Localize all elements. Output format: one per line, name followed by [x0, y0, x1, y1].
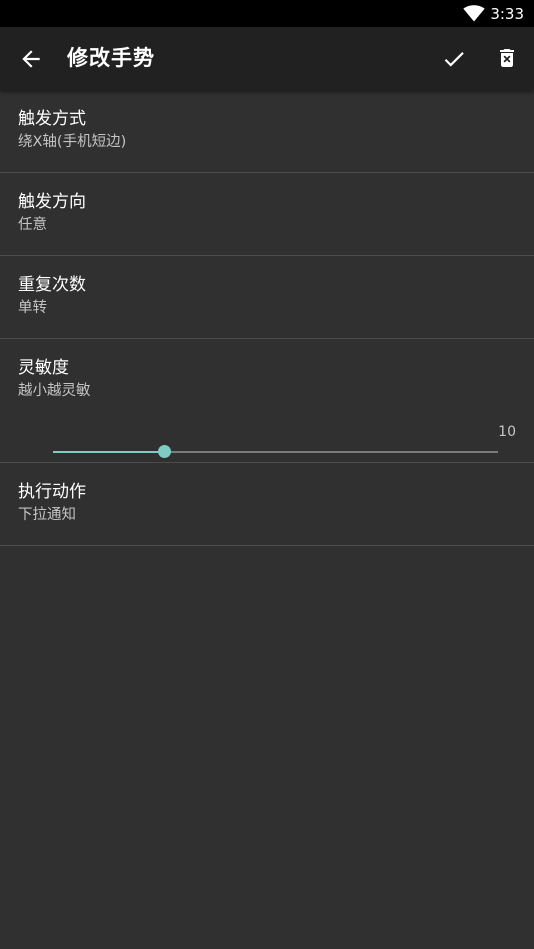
setting-summary: 单转 [18, 300, 47, 316]
status-bar: 3:33 [0, 0, 534, 27]
slider-thumb[interactable] [157, 445, 171, 458]
page-title: 修改手势 [67, 46, 155, 70]
wifi-icon [463, 5, 485, 22]
sensitivity-value: 10 [498, 424, 516, 440]
setting-title: 重复次数 [18, 275, 86, 295]
sensitivity-slider[interactable] [53, 445, 498, 458]
setting-summary: 下拉通知 [18, 507, 76, 523]
setting-repeat-count[interactable]: 重复次数 单转 [0, 256, 534, 339]
setting-title: 触发方向 [18, 192, 86, 212]
setting-summary: 越小越灵敏 [18, 383, 91, 399]
setting-summary: 任意 [18, 217, 47, 233]
arrow-back-icon[interactable] [18, 46, 44, 72]
setting-sensitivity: 灵敏度 越小越灵敏 10 [0, 339, 534, 463]
setting-title: 执行动作 [18, 482, 86, 502]
trash-icon[interactable] [495, 45, 519, 71]
setting-title: 触发方式 [18, 109, 86, 129]
status-time: 3:33 [490, 5, 524, 23]
setting-action[interactable]: 执行动作 下拉通知 [0, 463, 534, 546]
setting-title: 灵敏度 [18, 358, 69, 378]
check-icon[interactable] [441, 46, 467, 72]
slider-fill [53, 451, 165, 453]
setting-trigger-direction[interactable]: 触发方向 任意 [0, 173, 534, 256]
settings-list: 触发方式 绕X轴(手机短边) 触发方向 任意 重复次数 单转 灵敏度 越小越灵敏… [0, 90, 534, 546]
toolbar: 修改手势 [0, 27, 534, 90]
setting-trigger-mode[interactable]: 触发方式 绕X轴(手机短边) [0, 90, 534, 173]
setting-summary: 绕X轴(手机短边) [18, 134, 127, 150]
